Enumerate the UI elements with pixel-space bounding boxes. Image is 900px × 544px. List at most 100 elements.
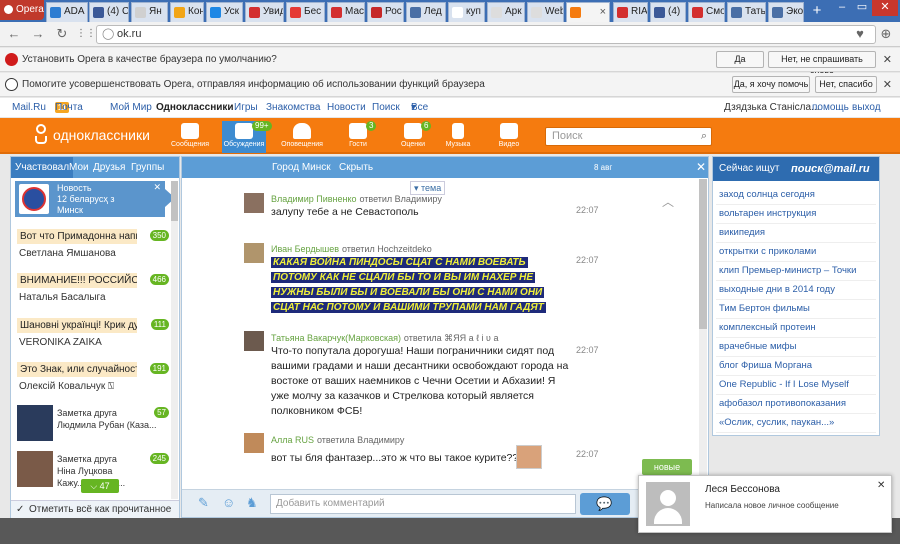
portal-help-link[interactable]: помощь — [812, 98, 849, 118]
browser-tab[interactable]: (4) С — [89, 2, 129, 22]
search-query-link[interactable]: открытки с приколами — [719, 246, 816, 257]
browser-tab[interactable]: Уск — [206, 2, 243, 22]
ok-nav-envelope[interactable]: Сообщения — [168, 121, 212, 153]
search-query-link[interactable]: комплексный протеин — [719, 322, 816, 333]
browser-tab[interactable]: ADA — [46, 2, 88, 22]
search-query-link[interactable]: Тим Бертон фильмы — [719, 303, 810, 314]
browser-tab[interactable]: Арк — [487, 2, 525, 22]
browser-tab[interactable]: Эко — [768, 2, 804, 22]
popup-sender-name[interactable]: Леся Бессонова — [705, 484, 780, 495]
search-query-link[interactable]: википедия — [719, 227, 765, 238]
discussion-thread[interactable]: ВНИМАНИЕ!!! РОССИЙСК... 466 Наталья Басалы… — [17, 273, 169, 305]
back-icon[interactable]: ← — [6, 26, 22, 42]
browser-tab[interactable]: Бес — [286, 2, 325, 22]
search-query-link[interactable]: One Republic - If I Lose Myself — [719, 379, 849, 390]
discussion-thread[interactable]: Вот что Примадонна напи... 350 Светлана Ям… — [17, 229, 169, 261]
ok-nav-bell[interactable]: Оповещения — [280, 121, 324, 153]
poisk-mail-logo[interactable]: поиск@mail.ru — [791, 157, 870, 181]
browser-tab[interactable]: Увид — [245, 2, 284, 22]
infobar-close-icon[interactable]: ✕ — [883, 48, 892, 72]
page-info-icon[interactable]: ◯ — [102, 26, 114, 43]
portal-link-mymir[interactable]: Мой Мир — [110, 98, 152, 118]
portal-username[interactable]: Дзядзька Станісла... — [724, 98, 819, 118]
author-name[interactable]: Алла RUS — [271, 435, 314, 445]
browser-tab[interactable]: Смо — [688, 2, 725, 22]
reply-to[interactable]: ответил Владимиру — [359, 194, 441, 204]
reply-to[interactable]: ответил Hochzeitdeko — [342, 244, 432, 254]
url-field[interactable]: ◯ ok.ru — [96, 25, 876, 44]
infobar-help-button[interactable]: Да, я хочу помочь — [732, 76, 810, 93]
author-name[interactable]: Иван Бердышев — [271, 244, 339, 254]
author-name[interactable]: Татьяна Вакарчук(Марковская) — [271, 333, 401, 343]
minimize-icon[interactable]: – — [832, 0, 852, 16]
collapse-up-icon[interactable]: ︿ — [662, 193, 674, 210]
reply-to[interactable]: ответила ⌘ЯЯ a ℓ i ʋ a — [404, 333, 499, 343]
portal-link-news[interactable]: Новости — [327, 98, 366, 118]
cat-sticker-icon[interactable]: ♞ — [246, 495, 258, 511]
reply-to[interactable]: ответила Владимиру — [317, 435, 404, 445]
window-close-icon[interactable]: ✕ — [872, 0, 898, 16]
discussion-thread[interactable]: Шановні українці! Крик ду... 111 VERONIKA … — [17, 318, 169, 350]
search-query-link[interactable]: клип Премьер-министр – Точки — [719, 265, 856, 276]
avatar[interactable] — [244, 243, 264, 263]
browser-tab[interactable]: Лед — [406, 2, 446, 22]
browser-tab[interactable]: Рос — [367, 2, 404, 22]
portal-link-games[interactable]: Игры — [234, 98, 258, 118]
portal-link-all-projects[interactable]: Все проекты ▾ — [411, 98, 449, 133]
portal-link-odnoklassniki[interactable]: Одноклассники — [156, 98, 234, 118]
search-query-link[interactable]: блог Фриша Моргана — [719, 360, 812, 371]
left-scroll-thumb[interactable] — [171, 181, 178, 221]
left-scrollbar[interactable] — [171, 181, 178, 499]
tab-groups[interactable]: Группы — [131, 157, 164, 178]
speed-dial-icon[interactable]: ⋮⋮ — [76, 26, 96, 42]
favorite-heart-icon[interactable]: ♥ — [852, 26, 868, 42]
new-messages-button[interactable]: новые — [642, 459, 692, 475]
pencil-icon[interactable]: ✎ — [198, 495, 209, 511]
tab-mine[interactable]: Мои — [69, 157, 89, 178]
portal-link-search[interactable]: Поиск — [372, 98, 400, 118]
search-query-link[interactable]: врачебные мифы — [719, 341, 796, 352]
popup-close-icon[interactable]: ✕ — [877, 480, 885, 491]
infobar-no-ask-button[interactable]: Нет, не спрашивать снова — [768, 51, 876, 79]
forward-icon[interactable]: → — [30, 26, 46, 42]
news-close-icon[interactable]: ✕ — [153, 182, 161, 193]
download-icon[interactable]: ⊕ — [878, 26, 894, 42]
tab-participated[interactable]: Участвовал — [11, 157, 74, 178]
avatar[interactable] — [244, 193, 264, 213]
send-comment-button[interactable]: 💬 — [580, 493, 630, 515]
infobar-close-icon[interactable]: ✕ — [883, 73, 892, 97]
avatar[interactable] — [244, 331, 264, 351]
ok-logo-text[interactable]: одноклассники — [53, 127, 150, 143]
author-name[interactable]: Владимир Пивненко — [271, 194, 357, 204]
smiley-icon[interactable]: ☺ — [222, 495, 235, 510]
portal-link-mailru[interactable]: Mail.Ru — [12, 98, 46, 118]
browser-tab[interactable]: Кон — [170, 2, 204, 22]
search-query-link[interactable]: афобазол противопоказания — [719, 398, 846, 409]
search-query-link[interactable]: «Ослик, суслик, паукан...» — [719, 417, 834, 428]
portal-link-dating[interactable]: Знакомства — [266, 98, 320, 118]
message-notification-popup[interactable]: Леся Бессонова Написала новое личное соо… — [638, 475, 892, 533]
browser-tab[interactable]: × — [566, 2, 610, 23]
search-query-link[interactable]: вольтарен инструкция — [719, 208, 816, 219]
ok-nav-music[interactable]: Музыка — [436, 121, 480, 153]
reload-icon[interactable]: ↻ — [54, 26, 70, 42]
ok-nav-video[interactable]: Видео — [487, 121, 531, 153]
browser-tab[interactable]: куп — [448, 2, 485, 22]
browser-tab[interactable]: Ян — [131, 2, 168, 22]
new-items-scroll-button[interactable]: ⌵ 47 — [81, 479, 119, 493]
search-query-link[interactable]: выходные дни в 2014 году — [719, 284, 835, 295]
chat-topic-link[interactable]: Город Минск — [272, 157, 331, 178]
browser-tab[interactable]: Web — [527, 2, 564, 22]
news-notification[interactable]: Новость 12 беларусҳ з Минск ✕ — [15, 181, 175, 217]
chat-close-icon[interactable]: ✕ — [696, 157, 706, 178]
tab-close-icon[interactable]: × — [600, 3, 606, 21]
avatar[interactable] — [244, 433, 264, 453]
portal-link-mail[interactable]: Почта 11 — [55, 98, 83, 118]
infobar-no-thanks-button[interactable]: Нет, спасибо — [815, 76, 877, 93]
ok-logo-icon[interactable] — [34, 124, 48, 146]
mark-all-read-button[interactable]: ✓ Отметить всё как прочитанное — [11, 500, 179, 518]
maximize-icon[interactable]: ▭ — [852, 0, 872, 16]
chat-hide-link[interactable]: Скрыть — [339, 157, 373, 178]
search-query-link[interactable]: заход солнца сегодня — [719, 189, 815, 200]
discussion-thread[interactable]: Это Знак, или случайность ? 191 Олексій Ко… — [17, 362, 169, 394]
